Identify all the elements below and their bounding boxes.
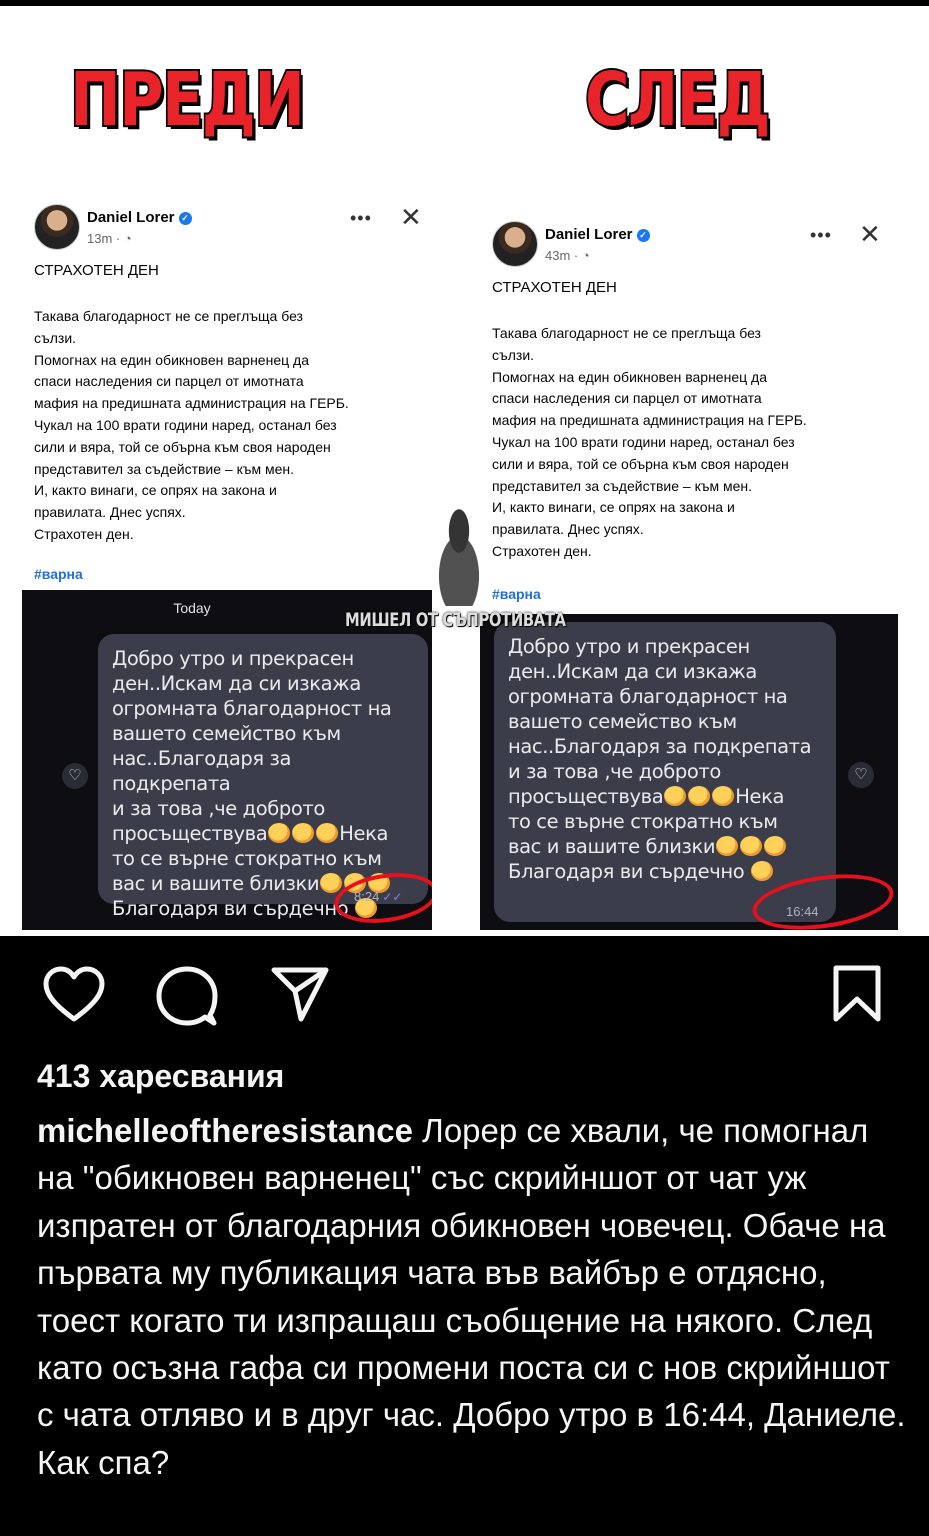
message-bubble: Добро утро и прекрасен ден..Искам да си … xyxy=(494,622,836,922)
watermark-text: МИШЕЛ ОТ СЪПРОТИВАТА xyxy=(345,609,566,631)
post-caption: michelleoftheresistance Лорер се хвали, … xyxy=(37,1107,907,1486)
post-after: Daniel Lorer ✓ 43m · ◔ ••• ✕ СТРАХОТЕН ДЕ… xyxy=(492,219,897,621)
smiling-face-icon xyxy=(292,823,315,843)
post-meta: 43m · ◔ xyxy=(545,248,590,263)
label-before: ПРЕДИ xyxy=(68,57,306,143)
share-icon[interactable] xyxy=(270,965,330,1023)
smiling-face-icon xyxy=(740,836,763,856)
watermark-figure xyxy=(424,506,494,606)
message-bubble: Добро утро и прекрасен ден..Искам да си … xyxy=(98,634,428,920)
smiling-face-icon xyxy=(268,823,291,843)
post-hashtag: #варна xyxy=(34,566,83,582)
post-body: Такава благодарност не се преглъща без с… xyxy=(34,308,349,542)
smiling-face-icon xyxy=(712,786,735,806)
more-options-icon: ••• xyxy=(350,208,372,228)
chat-screenshot-after: ♡ Добро утро и прекрасен ден..Искам да с… xyxy=(480,614,898,930)
post-actions xyxy=(0,965,929,1027)
heart-icon: ♡ xyxy=(848,762,874,788)
close-icon: ✕ xyxy=(400,202,422,232)
post-meta: 13m · ◔ xyxy=(87,231,132,246)
shared-image: ПРЕДИ СЛЕД Daniel Lorer ✓ 13m · ◔ ••• ✕ С… xyxy=(0,6,929,936)
smiling-face-icon xyxy=(664,786,687,806)
comment-icon[interactable] xyxy=(156,965,218,1027)
chat-day-label: Today xyxy=(173,600,211,616)
post-before: Daniel Lorer ✓ 13m · ◔ ••• ✕ СТРАХОТЕН ДЕ… xyxy=(34,202,434,604)
save-bookmark-icon[interactable] xyxy=(832,965,882,1023)
chat-screenshot-before: Today ♡ Добро утро и прекрасен ден..Иска… xyxy=(22,590,432,930)
post-headline: СТРАХОТЕН ДЕН xyxy=(492,279,617,296)
smiling-face-icon xyxy=(320,873,343,893)
smiling-face-icon xyxy=(751,861,774,881)
label-after: СЛЕД xyxy=(583,57,772,143)
globe-icon: ◔ xyxy=(581,248,590,263)
post-headline: СТРАХОТЕН ДЕН xyxy=(34,262,159,279)
close-icon: ✕ xyxy=(859,219,881,249)
likes-count[interactable]: 413 харесвания xyxy=(37,1058,284,1095)
heart-icon: ♡ xyxy=(62,763,88,789)
verified-icon: ✓ xyxy=(636,229,650,242)
post-author: Daniel Lorer ✓ xyxy=(545,226,650,243)
post-hashtag: #варна xyxy=(492,586,541,602)
post-body: Такава благодарност не се преглъща без с… xyxy=(492,325,807,559)
caption-username[interactable]: michelleoftheresistance xyxy=(37,1112,413,1149)
caption-text: Лорер се хвали, че помогнал на "обикнове… xyxy=(37,1112,906,1481)
more-options-icon: ••• xyxy=(810,225,832,245)
smiling-face-icon xyxy=(716,836,739,856)
smiling-face-icon xyxy=(688,786,711,806)
post-author: Daniel Lorer ✓ xyxy=(87,209,192,226)
smiling-face-icon xyxy=(764,836,787,856)
verified-icon: ✓ xyxy=(178,212,192,225)
avatar xyxy=(492,221,538,267)
globe-icon: ◔ xyxy=(123,231,132,246)
like-heart-icon[interactable] xyxy=(42,965,106,1025)
smiling-face-icon xyxy=(316,823,339,843)
avatar xyxy=(34,204,80,250)
